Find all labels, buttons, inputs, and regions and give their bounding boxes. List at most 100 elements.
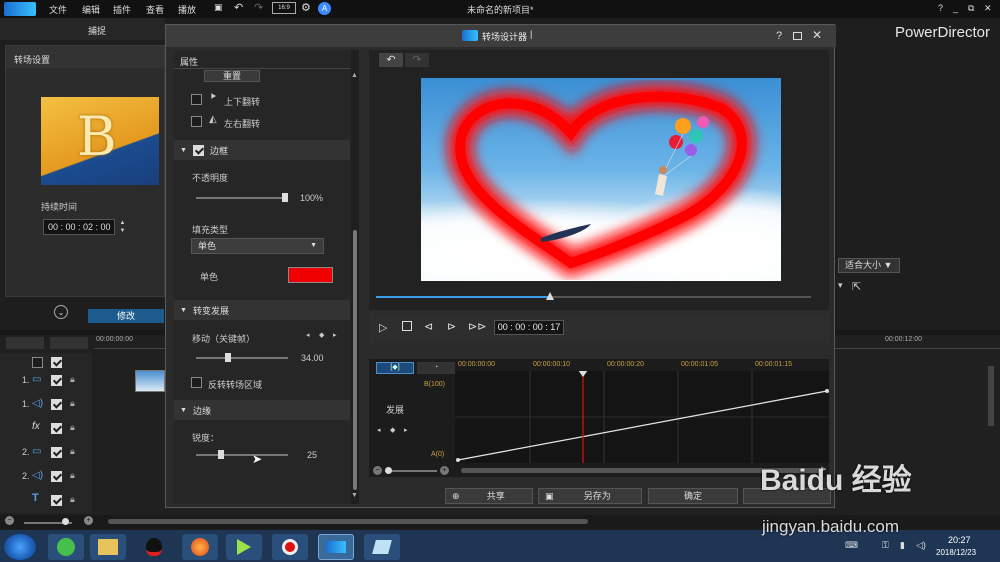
ok-button[interactable]: 确定 <box>648 488 738 504</box>
invert-region-checkbox[interactable] <box>191 377 202 388</box>
tl-zoom-out-icon[interactable]: − <box>373 466 382 475</box>
prev-keyframe-icon[interactable]: ◂ <box>306 331 310 339</box>
aspect-ratio-icon[interactable]: 16:9 <box>272 2 296 14</box>
start-button[interactable] <box>4 534 36 560</box>
tl-next-keyframe-icon[interactable]: ▸ <box>404 426 408 434</box>
share-button[interactable]: ⊕ 共享 <box>445 488 533 504</box>
flip-vertical-checkbox[interactable] <box>191 94 202 105</box>
tl-zoom-in-icon[interactable]: + <box>440 466 449 475</box>
settings-gear-icon[interactable]: ⚙ <box>301 1 311 14</box>
video-clip[interactable] <box>135 370 165 392</box>
tl-zoom-knob[interactable] <box>385 467 392 474</box>
lock-icon[interactable]: 🔒︎ <box>70 374 75 385</box>
edge-section-header[interactable]: ▼ 边缘 <box>174 400 350 420</box>
save-as-button[interactable]: ▣ 另存为 <box>538 488 642 504</box>
dropdown-arrow-icon[interactable]: ▾ <box>838 280 843 291</box>
curve-mode-button[interactable]: ◔ <box>417 362 455 374</box>
duration-spinner[interactable]: ▲ ▼ <box>117 219 128 235</box>
opacity-slider-knob[interactable] <box>282 193 288 202</box>
tl-tick: 00:00:00:20 <box>607 361 644 368</box>
duration-input[interactable]: 00 : 00 : 02 : 00 <box>43 219 115 235</box>
lock-icon[interactable]: 🔒︎ <box>70 422 75 433</box>
undo-icon[interactable]: ↶ <box>234 1 243 14</box>
lock-icon[interactable]: 🔒︎ <box>70 470 75 481</box>
scroll-up-icon[interactable]: ▲ <box>351 72 358 79</box>
minimize-button[interactable]: _ <box>953 3 958 13</box>
undo-button[interactable]: ↶ <box>379 53 403 67</box>
border-checkbox[interactable] <box>192 144 204 156</box>
scrollbar-thumb[interactable] <box>353 230 357 490</box>
track-view-button[interactable] <box>6 337 44 349</box>
zoom-slider-knob[interactable] <box>62 518 69 525</box>
keyframe-mode-button[interactable]: [◆] <box>376 362 414 374</box>
add-keyframe-icon[interactable]: ◆ <box>319 331 324 339</box>
duration-label: 持续时间 <box>41 202 78 212</box>
tl-prev-keyframe-icon[interactable]: ◂ <box>377 426 381 434</box>
dialog-close-button[interactable]: ✕ <box>812 28 822 42</box>
horizontal-scrollbar[interactable] <box>108 519 588 524</box>
dialog-help-button[interactable]: ? <box>776 30 782 42</box>
play-icon[interactable]: ▷ <box>379 321 387 334</box>
menu-view[interactable]: 查看 <box>146 3 164 16</box>
taskbar-explorer-icon[interactable] <box>90 534 126 560</box>
taskbar-media-icon[interactable] <box>226 534 262 560</box>
close-button[interactable]: ✕ <box>984 3 992 14</box>
upgrade-icon[interactable]: A <box>318 2 331 15</box>
dialog-maximize-button[interactable] <box>793 32 802 40</box>
lock-icon[interactable]: 🔒︎ <box>70 494 75 505</box>
help-button[interactable]: ? <box>938 3 943 13</box>
taskbar-firefox-icon[interactable] <box>182 534 218 560</box>
sharpness-slider[interactable] <box>196 450 288 459</box>
properties-scrollbar[interactable]: ▲ ▼ <box>351 50 359 504</box>
export-icon[interactable]: ⇱ <box>852 280 861 293</box>
save-as-label: 另存为 <box>583 491 611 501</box>
fill-type-value: 单色 <box>198 241 217 251</box>
project-title: 未命名的新项目* <box>467 5 534 15</box>
menu-file[interactable]: 文件 <box>49 3 67 16</box>
zoom-out-icon[interactable]: − <box>5 516 14 525</box>
sharpness-slider-knob[interactable] <box>217 450 224 459</box>
fill-type-select[interactable]: 单色 ▼ <box>191 238 324 254</box>
save-icon[interactable]: ▣ <box>214 2 223 13</box>
menu-edit[interactable]: 编辑 <box>82 3 100 16</box>
track-label: 1. <box>22 399 30 409</box>
next-keyframe-icon[interactable]: ▸ <box>333 331 337 339</box>
flip-horizontal-checkbox[interactable] <box>191 116 202 127</box>
move-slider-knob[interactable] <box>225 353 232 362</box>
border-color-swatch[interactable] <box>288 267 333 283</box>
menu-play[interactable]: 播放 <box>178 3 196 16</box>
taskbar-notes-icon[interactable] <box>364 534 400 560</box>
redo-icon[interactable]: ↷ <box>254 1 263 14</box>
taskbar-powerdirector-icon[interactable] <box>318 534 354 560</box>
move-slider[interactable] <box>196 353 288 362</box>
prev-frame-icon[interactable]: ⊲ <box>424 320 433 333</box>
restore-button[interactable]: ⧉ <box>968 3 974 14</box>
edge-label: 边缘 <box>192 405 211 416</box>
fit-size-select[interactable]: 适合大小 ▼ <box>838 258 900 273</box>
taskbar-qq-icon[interactable] <box>136 534 172 560</box>
stop-icon[interactable] <box>402 321 412 331</box>
taskbar-360-icon[interactable] <box>48 534 84 560</box>
taskbar-record-icon[interactable] <box>272 534 308 560</box>
preview-seek-bar[interactable] <box>376 292 811 300</box>
transition-develop-section-header[interactable]: ▼ 转变发展 <box>174 300 350 320</box>
collapse-icon[interactable]: ⌄ <box>54 305 68 319</box>
thumb-letter: B <box>77 105 117 168</box>
lock-icon[interactable]: 🔒︎ <box>70 446 75 457</box>
next-frame-icon[interactable]: ⊳ <box>447 320 456 333</box>
fit-timeline-button[interactable] <box>50 337 88 349</box>
tab-modify[interactable]: 修改 <box>88 309 164 323</box>
redo-button[interactable]: ↷ <box>405 53 429 67</box>
border-section-header[interactable]: ▼ 边框 <box>174 140 350 160</box>
menu-plugins[interactable]: 插件 <box>113 3 131 16</box>
seek-knob[interactable] <box>546 292 554 300</box>
sharpness-value: 25 <box>307 450 318 460</box>
tl-add-keyframe-icon[interactable]: ◆ <box>390 426 395 434</box>
scroll-down-icon[interactable]: ▼ <box>351 492 358 499</box>
opacity-slider[interactable] <box>196 193 288 202</box>
reset-button[interactable]: 重置 <box>204 70 260 82</box>
fast-forward-icon[interactable]: ⊳⊳ <box>468 320 486 333</box>
lock-icon[interactable]: 🔒︎ <box>70 398 75 409</box>
zoom-in-icon[interactable]: + <box>84 516 93 525</box>
tab-capture[interactable]: 捕捉 <box>88 24 106 37</box>
